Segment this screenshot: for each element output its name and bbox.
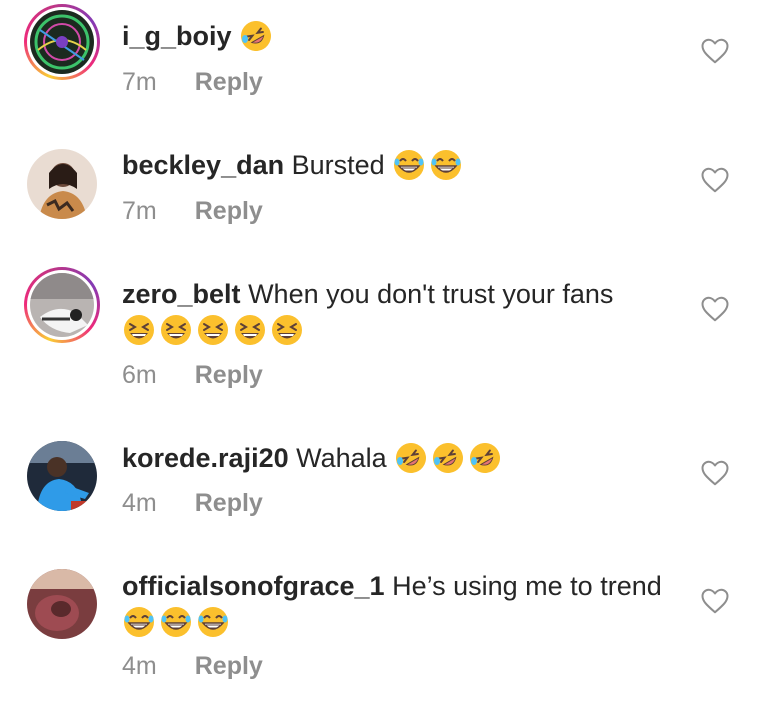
avatar-image-5 [27, 569, 97, 639]
emoji-row [239, 21, 276, 51]
comment-time: 7m [122, 197, 157, 225]
avatar-story-ring[interactable] [24, 4, 100, 80]
heart-outline-icon[interactable] [700, 586, 730, 616]
reply-button[interactable]: Reply [195, 652, 263, 681]
comment-body: He’s using me to trend [392, 571, 662, 601]
reply-button[interactable]: Reply [195, 68, 263, 97]
comment-text: korede.raji20 Wahala [122, 440, 682, 476]
comment-text: i_g_boiy [122, 18, 682, 54]
comment-text: zero_belt When you don't trust your fans [122, 276, 682, 348]
avatar-wrap[interactable] [24, 438, 100, 514]
laughing-emoji-icon [235, 315, 265, 345]
reply-button[interactable]: Reply [195, 489, 263, 518]
emoji-row [122, 607, 233, 637]
comment-meta: 7m Reply [122, 68, 263, 97]
comment-meta: 6m Reply [122, 361, 263, 390]
emoji-row [122, 315, 307, 345]
comment-meta: 4m Reply [122, 489, 263, 518]
avatar-image-4 [27, 441, 97, 511]
comment-username[interactable]: beckley_dan [122, 150, 284, 180]
avatar-image-1 [30, 10, 94, 74]
laughing-emoji-icon [272, 315, 302, 345]
grin-sweat-emoji-icon [394, 150, 425, 180]
comment-body: Bursted [291, 150, 385, 180]
emoji-row [394, 443, 505, 473]
laughing-emoji-icon [124, 315, 154, 345]
heart-outline-icon[interactable] [700, 294, 730, 324]
grin-sweat-emoji-icon [431, 150, 462, 180]
emoji-row [392, 150, 466, 180]
rofl-emoji-icon [470, 443, 501, 473]
comment-time: 4m [122, 489, 157, 517]
avatar-image-3 [30, 273, 94, 337]
grin-sweat-emoji-icon [161, 607, 191, 637]
comment-time: 4m [122, 652, 157, 680]
comment-username[interactable]: officialsonofgrace_1 [122, 571, 385, 601]
comment-time: 6m [122, 361, 157, 389]
avatar [27, 569, 97, 639]
comment-text: beckley_dan Bursted [122, 147, 682, 183]
reply-button[interactable]: Reply [195, 197, 263, 226]
comment-body: When you don't trust your fans [248, 279, 614, 309]
rofl-emoji-icon [433, 443, 464, 473]
comment-username[interactable]: i_g_boiy [122, 21, 232, 51]
comment-text: officialsonofgrace_1 He’s using me to tr… [122, 568, 682, 640]
avatar-wrap[interactable] [24, 566, 100, 642]
comment-meta: 7m Reply [122, 197, 263, 226]
comment-meta: 4m Reply [122, 652, 263, 681]
avatar [30, 273, 94, 337]
rofl-emoji-icon [396, 443, 427, 473]
heart-outline-icon[interactable] [700, 36, 730, 66]
comment-username[interactable]: korede.raji20 [122, 443, 289, 473]
avatar [27, 441, 97, 511]
rofl-emoji-icon [241, 21, 272, 51]
avatar-wrap[interactable] [24, 146, 100, 222]
avatar-story-ring[interactable] [24, 267, 100, 343]
laughing-emoji-icon [161, 315, 191, 345]
laughing-emoji-icon [198, 315, 228, 345]
avatar [30, 10, 94, 74]
heart-outline-icon[interactable] [700, 165, 730, 195]
comment-time: 7m [122, 68, 157, 96]
comment-body: Wahala [296, 443, 387, 473]
comment-username[interactable]: zero_belt [122, 279, 241, 309]
heart-outline-icon[interactable] [700, 458, 730, 488]
avatar [27, 149, 97, 219]
grin-sweat-emoji-icon [124, 607, 154, 637]
avatar-image-2 [27, 149, 97, 219]
reply-button[interactable]: Reply [195, 361, 263, 390]
grin-sweat-emoji-icon [198, 607, 228, 637]
